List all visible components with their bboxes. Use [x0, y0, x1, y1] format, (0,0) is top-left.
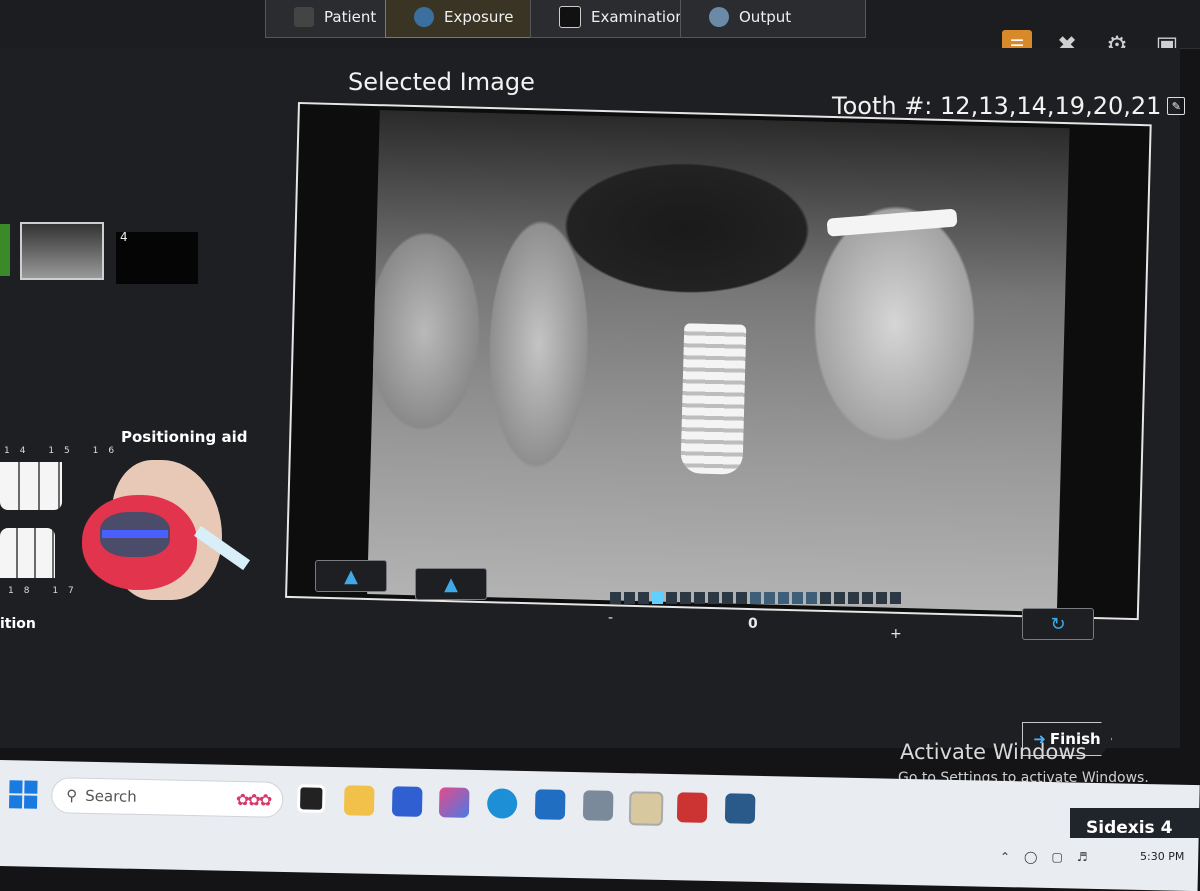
- brightness-segment[interactable]: [610, 592, 621, 604]
- brightness-slider[interactable]: [610, 592, 901, 604]
- tooth-chart-lower[interactable]: [0, 528, 55, 578]
- reader-icon[interactable]: [676, 792, 708, 823]
- brightness-segment[interactable]: [722, 592, 733, 604]
- workflow-step-label: Exposure: [444, 8, 514, 26]
- tooth-numbers: Tooth #: 12,13,14,19,20,21 ✎: [832, 92, 1186, 120]
- holder-bite-block: [102, 530, 168, 538]
- brightness-segment[interactable]: [834, 592, 845, 604]
- windows-start-icon[interactable]: [8, 780, 38, 809]
- crown-filling: [826, 208, 958, 237]
- brightness-segment[interactable]: [764, 592, 775, 604]
- brightness-plus: +: [890, 626, 902, 642]
- brightness-segment[interactable]: [806, 592, 817, 604]
- file-explorer-icon[interactable]: [343, 785, 375, 816]
- rotate-left-button[interactable]: ▲: [315, 560, 387, 592]
- thumbnail-2-index: 4: [120, 230, 128, 244]
- dental-implant: [680, 323, 747, 475]
- tooth-chart-bottom-numbers: 18 17: [8, 586, 84, 596]
- tulips-icon: ✿✿✿: [235, 789, 271, 810]
- selected-image-frame[interactable]: [285, 102, 1152, 621]
- brightness-segment[interactable]: [680, 592, 691, 604]
- task-view-icon[interactable]: [296, 784, 326, 813]
- brightness-segment[interactable]: [750, 592, 761, 604]
- sidexis-app-icon[interactable]: [628, 791, 664, 826]
- patient-icon: [294, 7, 314, 27]
- xray-image: [367, 110, 1070, 613]
- brightness-segment[interactable]: [708, 592, 719, 604]
- rotate-left-icon: ▲: [344, 565, 358, 587]
- thumbnail-0[interactable]: [0, 224, 10, 276]
- rotate-right-icon: ▲: [444, 573, 458, 595]
- app-name: Sidexis 4: [1086, 818, 1173, 838]
- brightness-segment[interactable]: [890, 592, 901, 604]
- brightness-segment[interactable]: [736, 592, 747, 604]
- brightness-segment[interactable]: [652, 592, 663, 604]
- workflow-step-label: Examination: [591, 8, 685, 26]
- reset-icon: ↻: [1050, 613, 1066, 635]
- brightness-segment[interactable]: [848, 592, 859, 604]
- search-icon: ⚲: [66, 786, 78, 805]
- thumbnail-2[interactable]: [116, 232, 198, 284]
- copilot-icon[interactable]: [438, 787, 470, 818]
- taskbar-search[interactable]: ⚲ Search ✿✿✿: [50, 777, 284, 818]
- remote-desktop-icon[interactable]: [534, 789, 566, 820]
- workflow-step-output[interactable]: Output: [680, 0, 866, 38]
- edge-icon[interactable]: [486, 788, 518, 819]
- brightness-segment[interactable]: [820, 592, 831, 604]
- brightness-zero: 0: [748, 616, 758, 632]
- support-icon[interactable]: [724, 793, 756, 824]
- system-tray[interactable]: ⌃◯▢♬: [1000, 850, 1102, 864]
- positioning-aid-illustration: [82, 460, 251, 600]
- brightness-segment[interactable]: [862, 592, 873, 604]
- brightness-minus: -: [608, 610, 614, 626]
- camera-icon[interactable]: [582, 790, 614, 821]
- positioning-aid-title: Positioning aid: [121, 428, 248, 446]
- brightness-segment[interactable]: [792, 592, 803, 604]
- selected-image-title: Selected Image: [348, 68, 535, 96]
- tooth-chart-upper[interactable]: [0, 462, 62, 510]
- thumbnail-1[interactable]: [20, 222, 104, 280]
- output-globe-icon: [709, 7, 729, 27]
- brightness-segment[interactable]: [666, 592, 677, 604]
- brightness-segment[interactable]: [778, 592, 789, 604]
- brightness-segment[interactable]: [638, 592, 649, 604]
- position-label: ition: [0, 616, 36, 632]
- tooth-numbers-text: Tooth #: 12,13,14,19,20,21: [832, 92, 1162, 120]
- reset-button[interactable]: ↻: [1022, 608, 1094, 640]
- search-placeholder: Search: [85, 786, 137, 806]
- examination-icon: [559, 6, 581, 28]
- rotate-right-button[interactable]: ▲: [415, 568, 487, 600]
- exposure-icon: [414, 7, 434, 27]
- brightness-segment[interactable]: [876, 592, 887, 604]
- brightness-segment[interactable]: [694, 592, 705, 604]
- tooth-chart-top-numbers: 14 15 16: [4, 446, 125, 456]
- activate-windows-title: Activate Windows: [900, 740, 1087, 764]
- brightness-segment[interactable]: [624, 592, 635, 604]
- taskbar-clock: 5:30 PM: [1140, 850, 1185, 863]
- workflow-step-label: Output: [739, 8, 792, 26]
- workflow-step-label: Patient: [324, 8, 377, 26]
- store-icon[interactable]: [391, 786, 423, 817]
- edit-icon[interactable]: ✎: [1167, 97, 1186, 115]
